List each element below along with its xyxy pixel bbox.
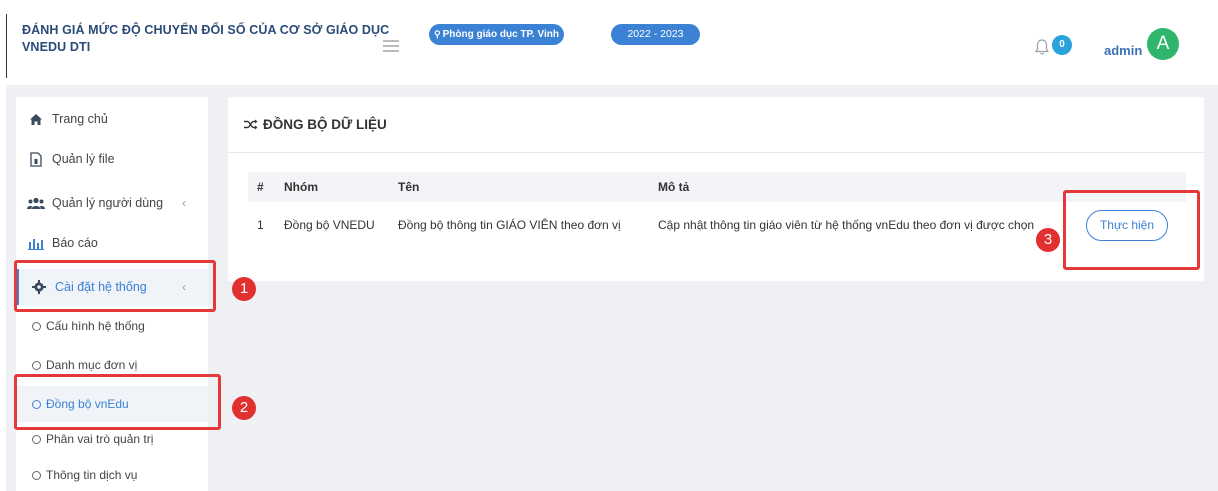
chevron-left-icon: ‹: [182, 196, 186, 210]
annotation-box-1: [14, 260, 216, 312]
app-title-line2: VNEDU DTI: [22, 40, 91, 54]
sidebar-item-label: Trang chủ: [52, 112, 108, 126]
data-sync-card: ĐỒNG BỘ DỮ LIỆU # Nhóm Tên Mô tả 1 Đồng …: [228, 97, 1204, 281]
top-header: ĐÁNH GIÁ MỨC ĐỘ CHUYỂN ĐỔI SỐ CỦA CƠ SỞ …: [8, 14, 1218, 76]
unit-label: Phòng giáo dục TP. Vinh: [442, 29, 559, 40]
sidebar-item-files[interactable]: Quản lý file: [16, 141, 208, 177]
sidebar-item-home[interactable]: Trang chủ: [16, 101, 208, 137]
column-header-group: Nhóm: [284, 180, 318, 194]
annotation-number-2: 2: [232, 396, 256, 420]
shuffle-icon: [244, 119, 258, 130]
annotation-number-1: 1: [232, 277, 256, 301]
row-group: Đồng bộ VNEDU: [284, 218, 375, 232]
year-label: 2022 - 2023: [627, 28, 684, 40]
sidebar-subitem-service-info[interactable]: Thông tin dịch vụ: [16, 457, 208, 491]
home-icon: [20, 113, 52, 126]
column-header-index: #: [257, 180, 264, 194]
circle-icon: [32, 470, 41, 480]
circle-icon: [32, 434, 41, 444]
unit-selector[interactable]: ⚲ Phòng giáo dục TP. Vinh: [429, 24, 564, 45]
sidebar-item-users[interactable]: Quản lý người dùng ‹: [16, 185, 208, 221]
sidebar-item-label: Báo cáo: [52, 236, 98, 250]
circle-icon: [32, 360, 41, 370]
bar-chart-icon: [20, 237, 52, 250]
school-year-selector[interactable]: 2022 - 2023: [611, 24, 700, 45]
circle-icon: [32, 321, 41, 331]
user-name[interactable]: admin: [1104, 43, 1142, 58]
sidebar-item-label: Quản lý người dùng: [52, 196, 164, 210]
row-name: Đồng bộ thông tin GIÁO VIÊN theo đơn vị: [398, 218, 621, 232]
row-description: Cập nhật thông tin giáo viên từ hệ thống…: [658, 218, 1035, 232]
sidebar-item-label: Quản lý file: [52, 152, 115, 166]
annotation-box-2: [14, 374, 221, 430]
sidebar-item-reports[interactable]: Báo cáo: [16, 225, 208, 261]
table-header-row: # Nhóm Tên Mô tả: [248, 172, 1186, 202]
sidebar-subitem-label: Thông tin dịch vụ: [46, 468, 138, 482]
sidebar-subitem-label: Danh mục đơn vị: [46, 358, 138, 372]
column-header-name: Tên: [398, 180, 420, 194]
column-header-description: Mô tả: [658, 180, 690, 194]
row-index: 1: [257, 218, 264, 232]
sidebar-subitem-label: Cấu hình hệ thống: [46, 319, 145, 333]
bell-icon[interactable]: [1034, 38, 1050, 56]
annotation-box-3: [1063, 190, 1200, 270]
notification-badge: 0: [1052, 35, 1072, 55]
avatar[interactable]: A: [1147, 28, 1179, 60]
app-title-line1: ĐÁNH GIÁ MỨC ĐỘ CHUYỂN ĐỔI SỐ CỦA CƠ SỞ …: [22, 23, 390, 37]
left-divider: [6, 14, 7, 78]
app-title[interactable]: ĐÁNH GIÁ MỨC ĐỘ CHUYỂN ĐỔI SỐ CỦA CƠ SỞ …: [22, 22, 389, 56]
menu-toggle-icon[interactable]: [383, 40, 399, 52]
map-pin-icon: ⚲: [434, 29, 441, 39]
card-title: ĐỒNG BỘ DỮ LIỆU: [263, 117, 387, 132]
sidebar-subitem-system-config[interactable]: Cấu hình hệ thống: [16, 308, 208, 344]
card-header: ĐỒNG BỘ DỮ LIỆU: [228, 97, 1204, 153]
sidebar-subitem-label: Phân vai trò quản trị: [46, 432, 154, 446]
annotation-number-3: 3: [1036, 228, 1060, 252]
users-icon: [20, 197, 52, 210]
file-icon: [20, 151, 52, 167]
